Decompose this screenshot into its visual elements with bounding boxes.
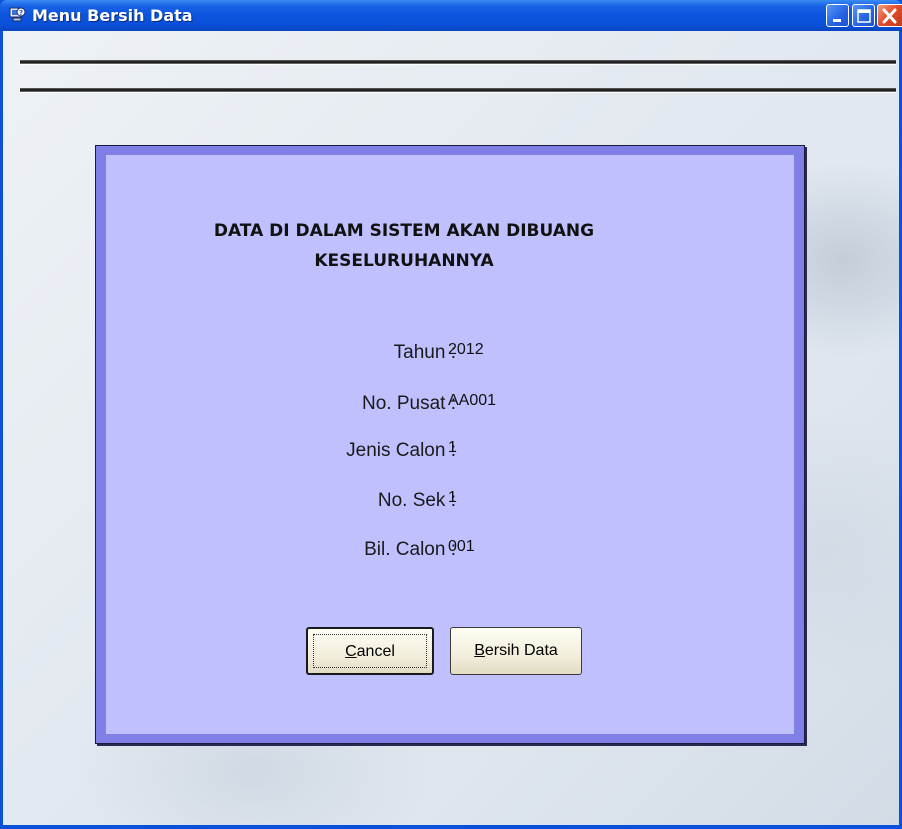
help-computer-icon[interactable]: ?: [8, 6, 26, 24]
jenis-calon-value: 1: [448, 439, 457, 456]
close-button[interactable]: [877, 4, 902, 27]
no-sek-value: 1: [448, 489, 457, 506]
minimize-icon: [833, 19, 841, 22]
separator-highlight: [20, 92, 896, 93]
svg-text:?: ?: [19, 9, 23, 17]
maximize-button[interactable]: [852, 4, 875, 27]
jenis-calon-label: Jenis Calon :: [346, 440, 456, 461]
bersih-label-rest: ersih Data: [484, 642, 558, 659]
bersih-data-button-label: Bersih Data: [451, 641, 581, 661]
window-title: Menu Bersih Data: [32, 6, 193, 25]
cancel-button[interactable]: Cancel: [306, 627, 434, 675]
window-bottom-border: [0, 825, 902, 829]
separator-highlight: [20, 64, 896, 65]
app-window: ? Menu Bersih Data DATA DI DALAM SISTEM …: [0, 0, 902, 829]
warning-heading-line2: KESELURUHANNYA: [314, 251, 494, 271]
cancel-mnemonic: C: [345, 643, 357, 660]
no-sek-label: No. Sek :: [377, 490, 456, 511]
no-pusat-value: AA001: [448, 392, 497, 409]
warning-heading-line1: DATA DI DALAM SISTEM AKAN DIBUANG: [213, 221, 595, 241]
bersih-data-button[interactable]: Bersih Data: [450, 627, 582, 675]
tahun-label: Tahun :: [393, 342, 456, 363]
cancel-button-label: Cancel: [308, 642, 432, 662]
minimize-button[interactable]: [826, 4, 849, 27]
bil-calon-label: Bil. Calon :: [364, 539, 456, 560]
close-icon: [882, 8, 897, 24]
no-pusat-label: No. Pusat :: [362, 393, 456, 414]
maximize-icon: [857, 9, 871, 23]
cancel-label-rest: ancel: [356, 643, 395, 660]
bil-calon-value: 001: [448, 538, 475, 555]
bersih-mnemonic: B: [474, 642, 485, 659]
title-bar[interactable]: ? Menu Bersih Data: [0, 0, 902, 31]
warning-heading: DATA DI DALAM SISTEM AKAN DIBUANG KESELU…: [94, 216, 714, 276]
tahun-value: 2012: [448, 341, 484, 358]
